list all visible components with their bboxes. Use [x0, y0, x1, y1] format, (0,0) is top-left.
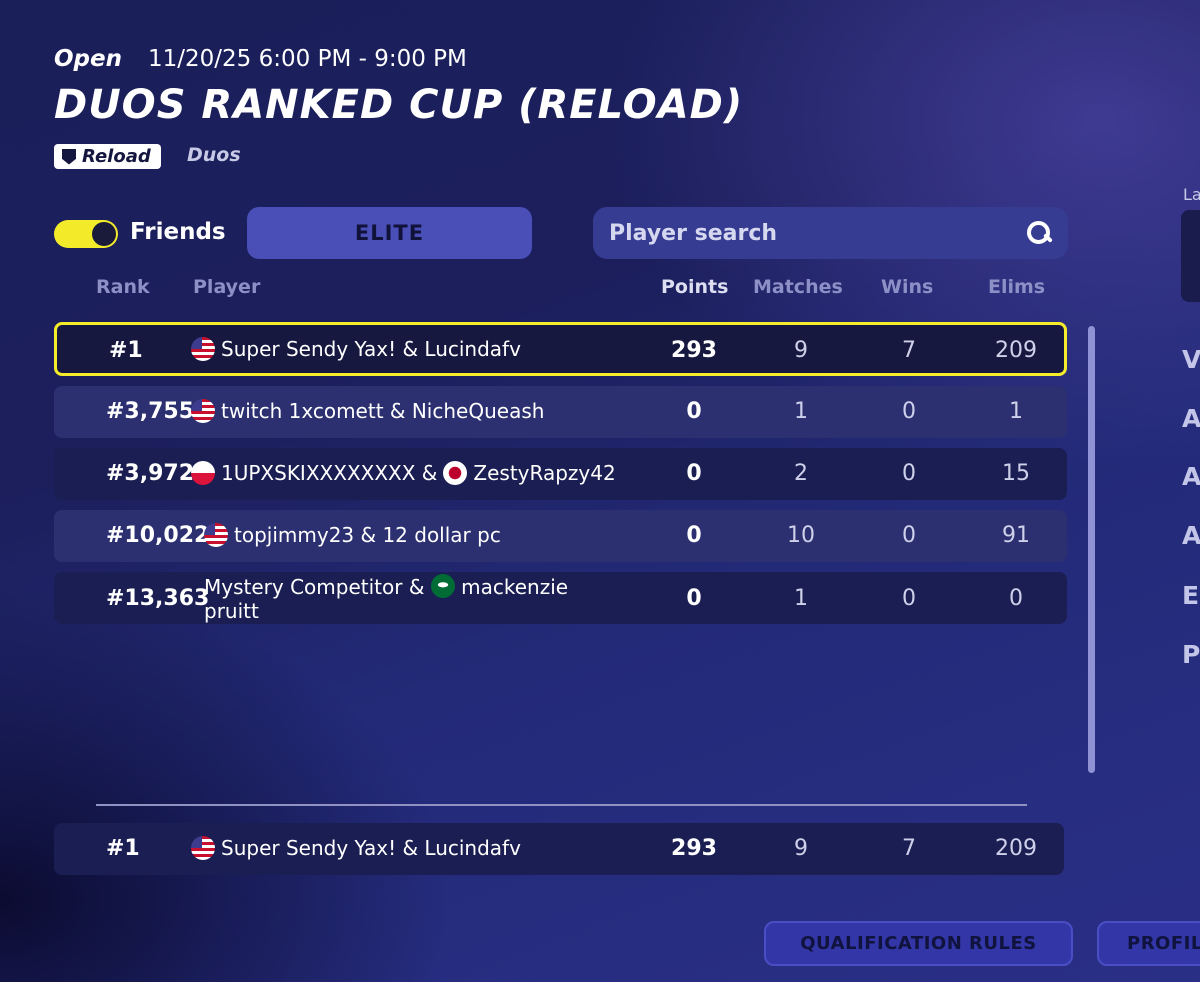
self-row[interactable]: #1 Super Sendy Yax! & Lucindafv 293 9 7 …: [54, 823, 1064, 875]
japan-flag-icon: [443, 461, 468, 485]
player-name: Super Sendy Yax! & Lucindafv: [221, 337, 521, 361]
poland-flag-icon: [191, 461, 215, 485]
row-points: 293: [671, 338, 717, 363]
row-wins: 7: [902, 836, 916, 861]
us-flag-icon: [191, 836, 215, 860]
divider: [96, 804, 1027, 806]
player-name: topjimmy23 & 12 dollar pc: [234, 523, 501, 547]
row-elims: 0: [1009, 586, 1023, 611]
player-name-b: ZestyRapzy42: [473, 461, 616, 485]
row-elims: 1: [1009, 399, 1023, 424]
table-row[interactable]: #13,363 Mystery Competitor & mackenzie p…: [54, 572, 1067, 624]
side-item-text: E: [1182, 581, 1200, 610]
row-rank: #1: [106, 836, 140, 861]
side-panel-label: La: [1183, 185, 1200, 204]
search-placeholder: Player search: [609, 220, 778, 246]
mode-label: Duos: [187, 144, 241, 166]
row-points: 0: [686, 461, 702, 486]
row-matches: 9: [794, 836, 808, 861]
shield-icon: [62, 148, 76, 165]
row-rank: #3,755: [106, 399, 195, 424]
table-row[interactable]: #3,972 1UPXSKIXXXXXXXX & ZestyRapzy42 0 …: [54, 448, 1067, 500]
row-elims: 15: [1002, 461, 1030, 486]
side-panel-box[interactable]: [1181, 210, 1200, 302]
us-flag-icon: [204, 523, 228, 547]
row-points: 0: [686, 586, 702, 611]
row-points: 0: [686, 399, 702, 424]
side-item-text: A: [1182, 521, 1200, 550]
row-rank: #3,972: [106, 461, 195, 486]
qualification-rules-button[interactable]: QUALIFICATION RULES: [764, 921, 1073, 966]
row-points: 0: [686, 523, 702, 548]
division-button[interactable]: ELITE: [247, 207, 532, 259]
table-row[interactable]: #1 Super Sendy Yax! & Lucindafv 293 9 7 …: [54, 322, 1067, 376]
player-name-a: 1UPXSKIXXXXXXXX &: [221, 461, 438, 485]
row-wins: 0: [902, 461, 916, 486]
side-item-text: A: [1182, 404, 1200, 433]
table-row[interactable]: #3,755 twitch 1xcomett & NicheQueash 0 1…: [54, 386, 1067, 438]
row-matches: 2: [794, 461, 808, 486]
player-name: twitch 1xcomett & NicheQueash: [221, 399, 545, 423]
row-player: 1UPXSKIXXXXXXXX & ZestyRapzy42: [191, 461, 616, 485]
player-name-a: Mystery Competitor &: [204, 575, 425, 599]
header-elims[interactable]: Elims: [988, 276, 1045, 298]
row-matches: 10: [787, 523, 815, 548]
row-player: Mystery Competitor & mackenzie pruitt: [204, 574, 604, 623]
profile-button[interactable]: PROFIL: [1097, 921, 1200, 966]
event-datetime: 11/20/25 6:00 PM - 9:00 PM: [148, 46, 467, 72]
player-name-b: mackenzie: [461, 575, 569, 599]
us-flag-icon: [191, 399, 215, 423]
search-icon[interactable]: [1026, 220, 1052, 246]
page-title: DUOS RANKED CUP (RELOAD): [54, 82, 744, 128]
header-rank: Rank: [96, 276, 150, 298]
side-item-text: A: [1182, 462, 1200, 491]
scrollbar[interactable]: [1088, 326, 1095, 773]
row-wins: 0: [902, 523, 916, 548]
event-status: Open: [54, 46, 122, 72]
row-matches: 9: [794, 338, 808, 363]
row-wins: 0: [902, 399, 916, 424]
row-rank: #1: [109, 338, 143, 363]
row-player: Super Sendy Yax! & Lucindafv: [191, 337, 521, 361]
header-matches[interactable]: Matches: [753, 276, 843, 298]
row-player: twitch 1xcomett & NicheQueash: [191, 399, 544, 423]
friends-toggle[interactable]: [54, 220, 118, 248]
row-points: 293: [671, 836, 717, 861]
row-wins: 7: [902, 338, 916, 363]
badge-label: Reload: [82, 146, 151, 167]
row-player: topjimmy23 & 12 dollar pc: [204, 523, 501, 547]
row-player: Super Sendy Yax! & Lucindafv: [191, 836, 521, 860]
header-player: Player: [193, 276, 261, 298]
saudi-flag-icon: [430, 574, 455, 598]
toggle-knob: [92, 222, 116, 246]
table-row[interactable]: #10,022 topjimmy23 & 12 dollar pc 0 10 0…: [54, 510, 1067, 562]
side-item-text: V: [1182, 345, 1200, 374]
header-points[interactable]: Points: [661, 276, 728, 298]
header-wins[interactable]: Wins: [881, 276, 933, 298]
row-matches: 1: [794, 399, 808, 424]
row-wins: 0: [902, 586, 916, 611]
row-rank: #10,022: [106, 523, 210, 548]
us-flag-icon: [191, 337, 215, 361]
friends-label: Friends: [130, 219, 226, 245]
row-elims: 91: [1002, 523, 1030, 548]
row-matches: 1: [794, 586, 808, 611]
row-rank: #13,363: [106, 586, 210, 611]
side-item-text: P: [1182, 640, 1200, 669]
player-search-input[interactable]: Player search: [593, 207, 1068, 259]
player-name-c: pruitt: [204, 599, 259, 623]
row-elims: 209: [995, 338, 1037, 363]
player-name: Super Sendy Yax! & Lucindafv: [221, 836, 521, 860]
row-elims: 209: [995, 836, 1037, 861]
reload-badge: Reload: [54, 144, 161, 169]
